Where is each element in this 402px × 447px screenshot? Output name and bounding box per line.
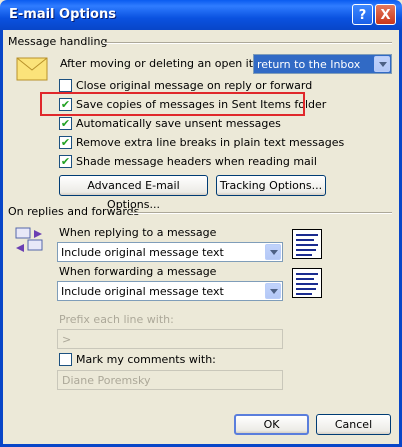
reply-forward-icon — [15, 227, 43, 252]
prefix-input[interactable]: > — [57, 329, 283, 349]
window-border-left — [0, 30, 3, 447]
window-title: E-mail Options — [9, 7, 116, 22]
mark-comments-value: Diane Poremsky — [62, 374, 151, 387]
section-divider — [104, 42, 392, 44]
after-moving-select[interactable]: return to the Inbox — [253, 54, 392, 74]
chevron-down-icon[interactable] — [374, 56, 390, 72]
close-original-label: Close original message on reply or forwa… — [76, 79, 313, 92]
reply-select[interactable]: Include original message text — [57, 242, 283, 262]
mark-comments-input[interactable]: Diane Poremsky — [57, 370, 283, 390]
advanced-email-options-button[interactable]: Advanced E-mail Options... — [59, 175, 208, 211]
mark-comments-label: Mark my comments with: — [76, 353, 216, 366]
section-divider — [130, 212, 392, 214]
help-button[interactable]: ? — [352, 4, 373, 25]
email-options-dialog: E-mail Options ? X Message handling Afte… — [0, 0, 402, 447]
shade-headers-checkbox[interactable]: ✔ — [59, 155, 72, 168]
reply-preview-icon — [292, 229, 322, 259]
auto-save-label: Automatically save unsent messages — [76, 117, 281, 130]
message-handling-heading: Message handling — [8, 35, 108, 48]
forward-select[interactable]: Include original message text — [57, 281, 283, 301]
cancel-button[interactable]: Cancel — [316, 414, 391, 435]
after-moving-label: After moving or deleting an open item: — [60, 57, 275, 70]
title-bar: E-mail Options ? X — [0, 0, 402, 30]
forward-label: When forwarding a message — [59, 265, 217, 278]
remove-line-breaks-checkbox[interactable]: ✔ — [59, 136, 72, 149]
chevron-down-icon[interactable] — [265, 283, 281, 299]
prefix-label: Prefix each line with: — [59, 313, 174, 326]
mark-comments-checkbox[interactable] — [59, 353, 72, 366]
ok-button[interactable]: OK — [234, 414, 309, 435]
shade-headers-label: Shade message headers when reading mail — [76, 155, 317, 168]
highlight-box — [40, 92, 305, 116]
forward-preview-icon — [292, 268, 322, 298]
tracking-options-button[interactable]: Tracking Options... — [216, 175, 326, 196]
after-moving-value: return to the Inbox — [257, 58, 361, 71]
close-button[interactable]: X — [375, 4, 396, 25]
prefix-value: > — [62, 333, 72, 346]
forward-value: Include original message text — [61, 285, 224, 298]
replies-heading: On replies and forwards — [8, 205, 140, 218]
envelope-icon — [16, 57, 48, 81]
reply-label: When replying to a message — [59, 226, 217, 239]
reply-value: Include original message text — [61, 246, 224, 259]
close-original-checkbox[interactable] — [59, 79, 72, 92]
remove-line-breaks-label: Remove extra line breaks in plain text m… — [76, 136, 345, 149]
auto-save-checkbox[interactable]: ✔ — [59, 117, 72, 130]
chevron-down-icon[interactable] — [265, 244, 281, 260]
